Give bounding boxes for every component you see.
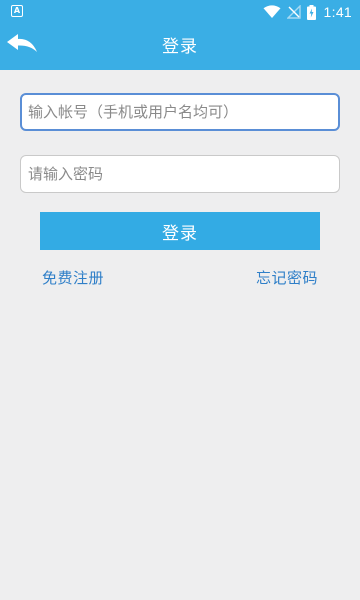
login-button[interactable]: 登录 [40, 212, 320, 250]
password-input[interactable] [20, 155, 340, 193]
back-button[interactable] [4, 30, 40, 62]
register-link[interactable]: 免费注册 [42, 267, 104, 288]
battery-charging-icon [306, 4, 316, 20]
page-title: 登录 [162, 37, 198, 57]
wifi-icon [263, 5, 281, 19]
forgot-password-link[interactable]: 忘记密码 [256, 267, 318, 288]
status-icons: 1:41 [263, 3, 352, 21]
status-bar: A 1:41 [0, 0, 360, 24]
app-bar: 登录 [0, 24, 360, 70]
no-signal-icon [286, 5, 301, 19]
clock: 1:41 [323, 4, 352, 20]
notification-icon: A [11, 5, 23, 17]
back-arrow-icon [6, 33, 38, 59]
account-input[interactable] [20, 93, 340, 131]
